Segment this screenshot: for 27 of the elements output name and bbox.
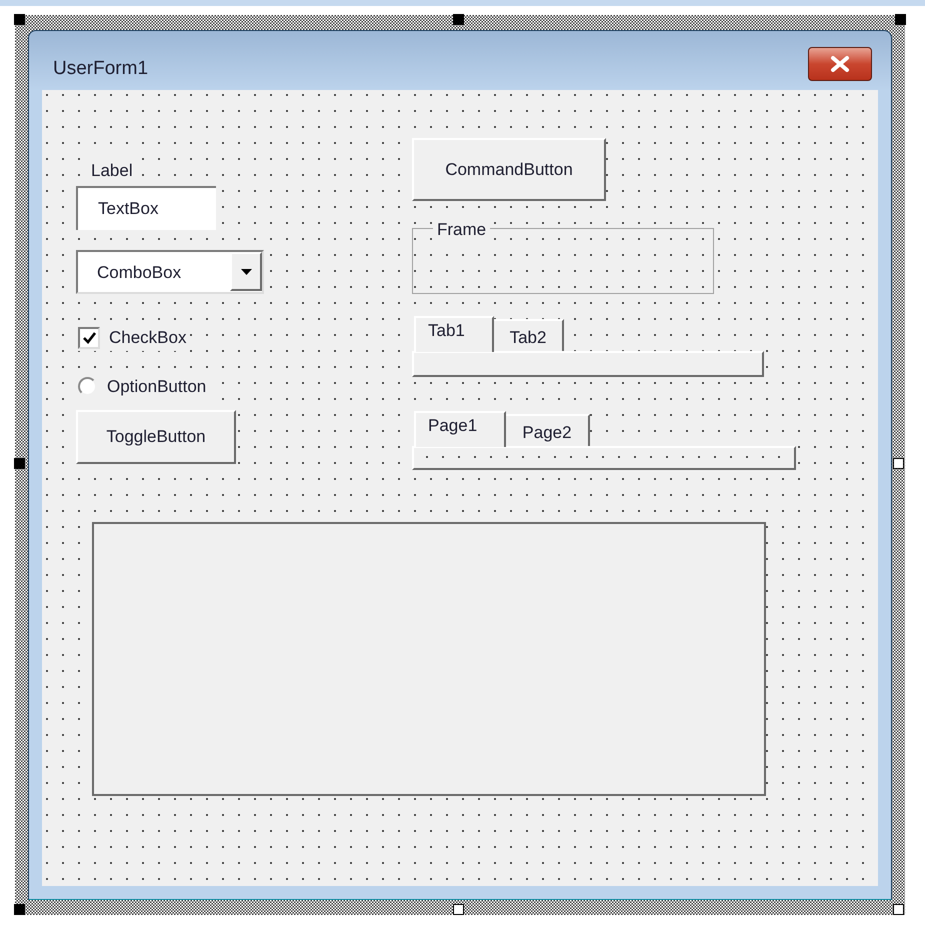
radio-button[interactable] <box>78 377 97 396</box>
toggle-button[interactable]: ToggleButton <box>76 410 236 464</box>
resize-handle[interactable] <box>14 458 25 469</box>
tab[interactable]: Tab1 <box>414 316 494 352</box>
radio-label: OptionButton <box>107 376 206 398</box>
tab[interactable]: Page2 <box>506 414 590 446</box>
close-icon <box>829 56 851 72</box>
window-title: UserForm1 <box>53 57 148 81</box>
combo-value: ComboBox <box>96 262 182 284</box>
dropdown-arrow-icon <box>240 268 252 274</box>
resize-handle[interactable] <box>453 904 464 915</box>
tab[interactable]: Page1 <box>414 411 506 447</box>
command-button[interactable]: CommandButton <box>412 138 606 201</box>
resize-handle[interactable] <box>895 14 906 25</box>
checkbox[interactable] <box>78 326 100 349</box>
combo-box[interactable]: ComboBox <box>76 250 264 294</box>
text-field[interactable]: TextBox <box>76 186 216 230</box>
resize-handle[interactable] <box>893 904 904 915</box>
tab[interactable]: Tab2 <box>494 319 564 351</box>
close-button[interactable] <box>808 47 872 81</box>
resize-handle[interactable] <box>14 14 25 25</box>
dropdown-button[interactable] <box>230 252 262 291</box>
checkbox-label: CheckBox <box>109 327 186 349</box>
resize-handle[interactable] <box>453 14 464 25</box>
resize-handle[interactable] <box>893 458 904 469</box>
check-icon <box>82 332 96 344</box>
resize-handle[interactable] <box>14 904 25 915</box>
